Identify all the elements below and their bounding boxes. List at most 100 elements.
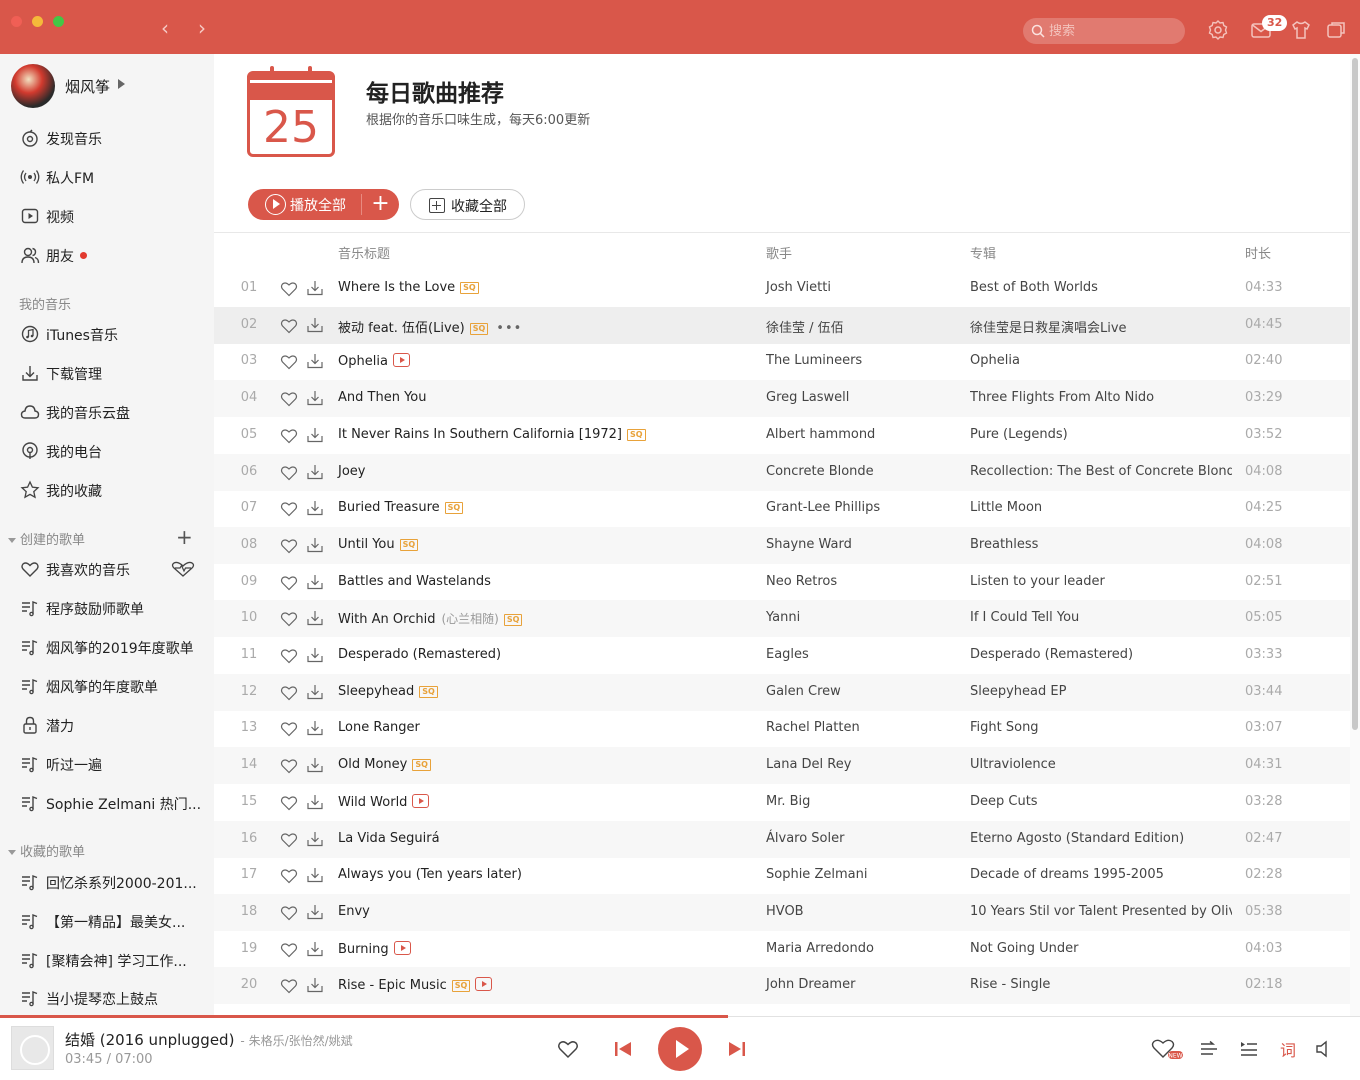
mv-icon[interactable] <box>475 977 493 992</box>
like-icon[interactable] <box>280 464 298 481</box>
mini-mode-icon[interactable] <box>1325 19 1347 41</box>
like-icon[interactable] <box>280 720 298 737</box>
sidebar-item-video[interactable]: 视频 <box>0 201 214 231</box>
download-icon[interactable] <box>306 866 324 884</box>
like-icon[interactable] <box>557 1039 579 1059</box>
download-icon[interactable] <box>306 793 324 811</box>
play-all-button[interactable]: 播放全部 <box>248 189 361 220</box>
song-artist[interactable]: Concrete Blonde <box>766 464 874 479</box>
download-icon[interactable] <box>306 903 324 921</box>
like-icon[interactable] <box>280 317 298 334</box>
song-artist[interactable]: The Lumineers <box>766 353 862 368</box>
column-header-duration[interactable]: 时长 <box>1245 243 1271 262</box>
column-header-artist[interactable]: 歌手 <box>766 243 792 262</box>
song-album[interactable]: Listen to your leader <box>970 574 1232 589</box>
table-row[interactable]: 05 It Never Rains In Southern California … <box>214 417 1350 454</box>
song-artist[interactable]: Lana Del Rey <box>766 757 851 772</box>
song-artist[interactable]: Galen Crew <box>766 684 841 699</box>
download-icon[interactable] <box>306 940 324 958</box>
song-album[interactable]: Deep Cuts <box>970 794 1232 809</box>
song-title[interactable]: Joey <box>338 464 365 479</box>
download-icon[interactable] <box>306 389 324 407</box>
like-icon[interactable] <box>280 610 298 627</box>
song-artist[interactable]: Grant-Lee Phillips <box>766 500 880 515</box>
now-playing-title[interactable]: 结婚 (2016 unplugged) - 朱格乐/张怡然/姚斌 <box>65 1029 353 1050</box>
song-artist[interactable]: Eagles <box>766 647 809 662</box>
create-playlist-button[interactable]: + <box>176 527 193 547</box>
song-album[interactable]: Little Moon <box>970 500 1232 515</box>
download-icon[interactable] <box>306 646 324 664</box>
song-title[interactable]: Sleepyhead SQ <box>338 684 438 699</box>
download-icon[interactable] <box>306 976 324 994</box>
song-album[interactable]: Best of Both Worlds <box>970 280 1232 295</box>
like-icon[interactable] <box>280 941 298 958</box>
column-header-title[interactable]: 音乐标题 <box>338 243 390 262</box>
table-row[interactable]: 03 Ophelia The Lumineers Ophelia 02:40 <box>214 343 1350 380</box>
download-icon[interactable] <box>306 573 324 591</box>
song-artist[interactable]: HVOB <box>766 904 804 919</box>
progress-bar[interactable] <box>0 1015 1360 1018</box>
like-icon[interactable] <box>280 684 298 701</box>
song-artist[interactable]: Maria Arredondo <box>766 941 874 956</box>
like-icon[interactable] <box>280 647 298 664</box>
column-header-album[interactable]: 专辑 <box>970 243 996 262</box>
section-created-playlists[interactable]: 创建的歌单 <box>8 529 85 548</box>
song-album[interactable]: Three Flights From Alto Nido <box>970 390 1232 405</box>
song-title[interactable]: With An Orchid (心兰相随) SQ <box>338 610 523 627</box>
song-artist[interactable]: Josh Vietti <box>766 280 831 295</box>
table-row[interactable]: 09 Battles and Wastelands Neo Retros Listen… <box>214 564 1350 601</box>
sidebar-item-downloads[interactable]: 下载管理 <box>0 358 214 388</box>
song-album[interactable]: 10 Years Stil vor Talent Presented by Ol… <box>970 904 1232 919</box>
now-playing-artist[interactable]: - 朱格乐/张怡然/姚斌 <box>240 1034 352 1048</box>
like-icon[interactable] <box>280 390 298 407</box>
like-icon[interactable] <box>280 904 298 921</box>
zoom-window-button[interactable] <box>53 16 64 27</box>
download-icon[interactable] <box>306 426 324 444</box>
table-row[interactable]: 13 Lone Ranger Rachel Platten Fight Song 03:… <box>214 710 1350 747</box>
sidebar-playlist[interactable]: 【第一精品】最美女... <box>0 906 214 936</box>
sidebar-item-discover[interactable]: 发现音乐 <box>0 123 214 153</box>
album-cover[interactable] <box>11 1026 54 1070</box>
song-title[interactable]: 被动 feat. 伍佰(Live) SQ ••• <box>338 317 522 336</box>
song-title[interactable]: Wild World <box>338 793 430 810</box>
song-title[interactable]: Rise - Epic Music SQ <box>338 977 493 993</box>
search-input[interactable] <box>1049 21 1179 41</box>
table-row[interactable]: 12 Sleepyhead SQ Galen Crew Sleepyhead EP 03:… <box>214 673 1350 711</box>
song-artist[interactable]: Álvaro Soler <box>766 831 844 846</box>
sidebar-playlist[interactable]: 回忆杀系列2000-201... <box>0 867 214 897</box>
download-icon[interactable] <box>306 830 324 848</box>
song-album[interactable]: Pure (Legends) <box>970 427 1232 442</box>
search-box[interactable] <box>1023 18 1185 44</box>
song-album[interactable]: Breathless <box>970 537 1232 552</box>
song-artist[interactable]: Albert hammond <box>766 427 875 442</box>
table-row[interactable]: 20 Rise - Epic Music SQ John Dreamer Rise - … <box>214 967 1350 1005</box>
table-row[interactable]: 01 Where Is the Love SQ Josh Vietti Best of … <box>214 270 1350 307</box>
table-row[interactable]: 07 Buried Treasure SQ Grant-Lee Phillips Lit… <box>214 490 1350 527</box>
download-icon[interactable] <box>306 463 324 481</box>
song-artist[interactable]: Greg Laswell <box>766 390 849 405</box>
sidebar-playlist[interactable]: 程序鼓励师歌单 <box>0 593 214 623</box>
settings-icon[interactable] <box>1207 19 1229 41</box>
song-title[interactable]: Envy <box>338 904 370 919</box>
song-album[interactable]: Eterno Agosto (Standard Edition) <box>970 831 1232 846</box>
song-artist[interactable]: Yanni <box>766 610 800 625</box>
song-title[interactable]: La Vida Seguirá <box>338 831 440 846</box>
close-window-button[interactable] <box>11 16 22 27</box>
next-icon[interactable] <box>727 1039 747 1059</box>
mv-icon[interactable] <box>412 793 430 808</box>
song-album[interactable]: Fight Song <box>970 720 1232 735</box>
download-icon[interactable] <box>306 279 324 297</box>
collect-all-button[interactable]: 收藏全部 <box>410 189 525 220</box>
download-icon[interactable] <box>306 683 324 701</box>
like-icon[interactable] <box>280 794 298 811</box>
more-icon[interactable]: ••• <box>496 321 522 336</box>
mv-icon[interactable] <box>393 940 411 955</box>
song-artist[interactable]: 徐佳莹 / 伍佰 <box>766 317 844 336</box>
song-album[interactable]: Sleepyhead EP <box>970 684 1232 699</box>
add-all-to-queue-button[interactable]: + <box>362 189 399 220</box>
song-artist[interactable]: Shayne Ward <box>766 537 852 552</box>
previous-icon[interactable] <box>613 1039 633 1059</box>
song-album[interactable]: Rise - Single <box>970 977 1232 992</box>
sidebar-playlist[interactable]: 潜力 <box>0 710 214 740</box>
like-icon[interactable] <box>280 867 298 884</box>
